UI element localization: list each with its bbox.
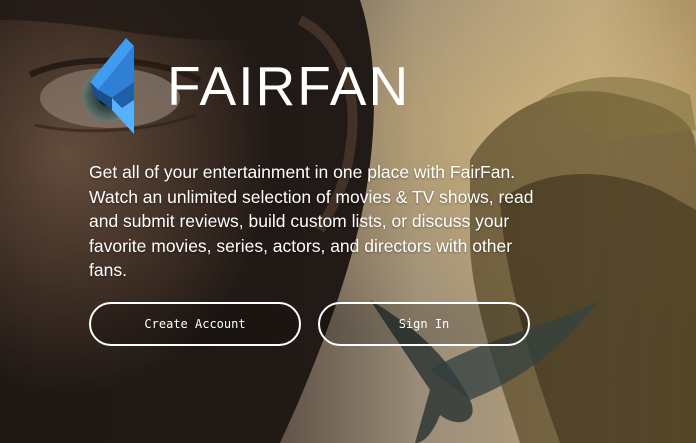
sign-in-button[interactable]: Sign In <box>318 302 530 346</box>
create-account-button[interactable]: Create Account <box>89 302 301 346</box>
brand-logo: FAIRFAN <box>88 38 428 136</box>
create-account-label: Create Account <box>144 317 246 331</box>
fairfan-bolt-icon <box>88 38 140 134</box>
hero-tagline: Get all of your entertainment in one pla… <box>89 162 534 280</box>
sign-in-label: Sign In <box>398 317 450 331</box>
landing-hero: FAIRFAN Get all of your entertainment in… <box>0 0 696 443</box>
brand-name: FAIRFAN <box>167 55 411 117</box>
